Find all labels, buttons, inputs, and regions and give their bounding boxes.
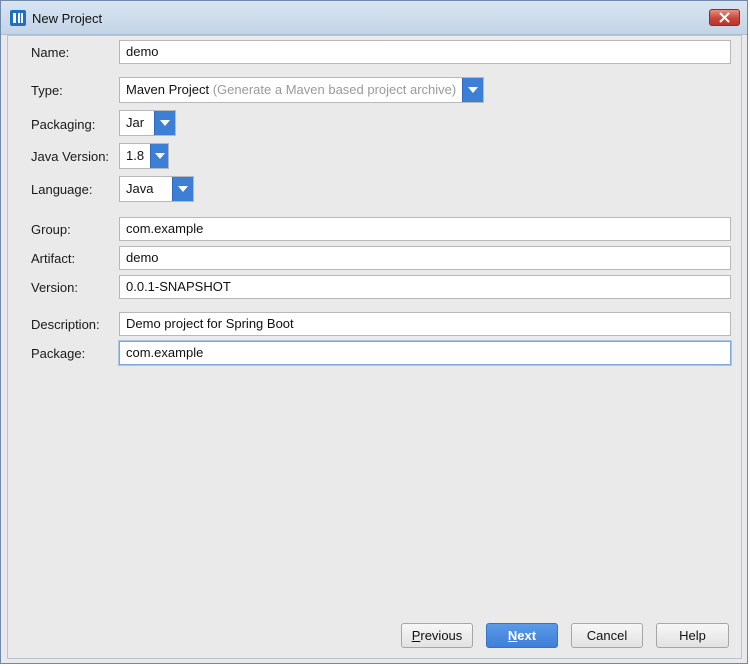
packaging-value: Jar bbox=[126, 115, 145, 130]
language-value: Java bbox=[126, 181, 154, 196]
next-button[interactable]: Next bbox=[486, 623, 558, 648]
package-field[interactable]: com.example bbox=[119, 341, 731, 365]
chevron-down-icon[interactable] bbox=[154, 111, 175, 135]
group-label: Group: bbox=[31, 222, 71, 237]
packaging-label: Packaging: bbox=[31, 117, 96, 132]
version-field[interactable]: 0.0.1-SNAPSHOT bbox=[119, 275, 731, 299]
java-version-value: 1.8 bbox=[126, 148, 145, 163]
close-icon bbox=[719, 12, 730, 23]
close-button[interactable] bbox=[709, 9, 740, 26]
cancel-button[interactable]: Cancel bbox=[571, 623, 643, 648]
window-title: New Project bbox=[32, 11, 103, 26]
description-label: Description: bbox=[31, 317, 100, 332]
chevron-down-icon[interactable] bbox=[150, 144, 168, 168]
version-label: Version: bbox=[31, 280, 78, 295]
new-project-dialog: New Project Name: demo Type: Maven Proje… bbox=[0, 0, 748, 664]
type-hint: (Generate a Maven based project archive) bbox=[212, 82, 457, 97]
description-field[interactable]: Demo project for Spring Boot bbox=[119, 312, 731, 336]
chevron-down-icon[interactable] bbox=[462, 78, 483, 102]
java-version-label: Java Version: bbox=[31, 149, 110, 164]
type-value: Maven Project bbox=[126, 82, 210, 97]
intellij-icon bbox=[10, 10, 26, 26]
java-version-select[interactable]: 1.8 bbox=[119, 143, 169, 169]
packaging-select[interactable]: Jar bbox=[119, 110, 176, 136]
previous-button[interactable]: Previous bbox=[401, 623, 473, 648]
title-bar[interactable]: New Project bbox=[1, 1, 747, 35]
group-field[interactable]: com.example bbox=[119, 217, 731, 241]
chevron-down-icon[interactable] bbox=[172, 177, 193, 201]
type-label: Type: bbox=[31, 83, 63, 98]
form-panel: Name: demo Type: Maven Project (Generate… bbox=[7, 35, 742, 659]
artifact-label: Artifact: bbox=[31, 251, 76, 266]
package-label: Package: bbox=[31, 346, 86, 361]
language-select[interactable]: Java bbox=[119, 176, 194, 202]
language-label: Language: bbox=[31, 182, 93, 197]
type-select[interactable]: Maven Project (Generate a Maven based pr… bbox=[119, 77, 484, 103]
name-label: Name: bbox=[31, 45, 70, 60]
artifact-field[interactable]: demo bbox=[119, 246, 731, 270]
help-button[interactable]: Help bbox=[656, 623, 729, 648]
name-field[interactable]: demo bbox=[119, 40, 731, 64]
